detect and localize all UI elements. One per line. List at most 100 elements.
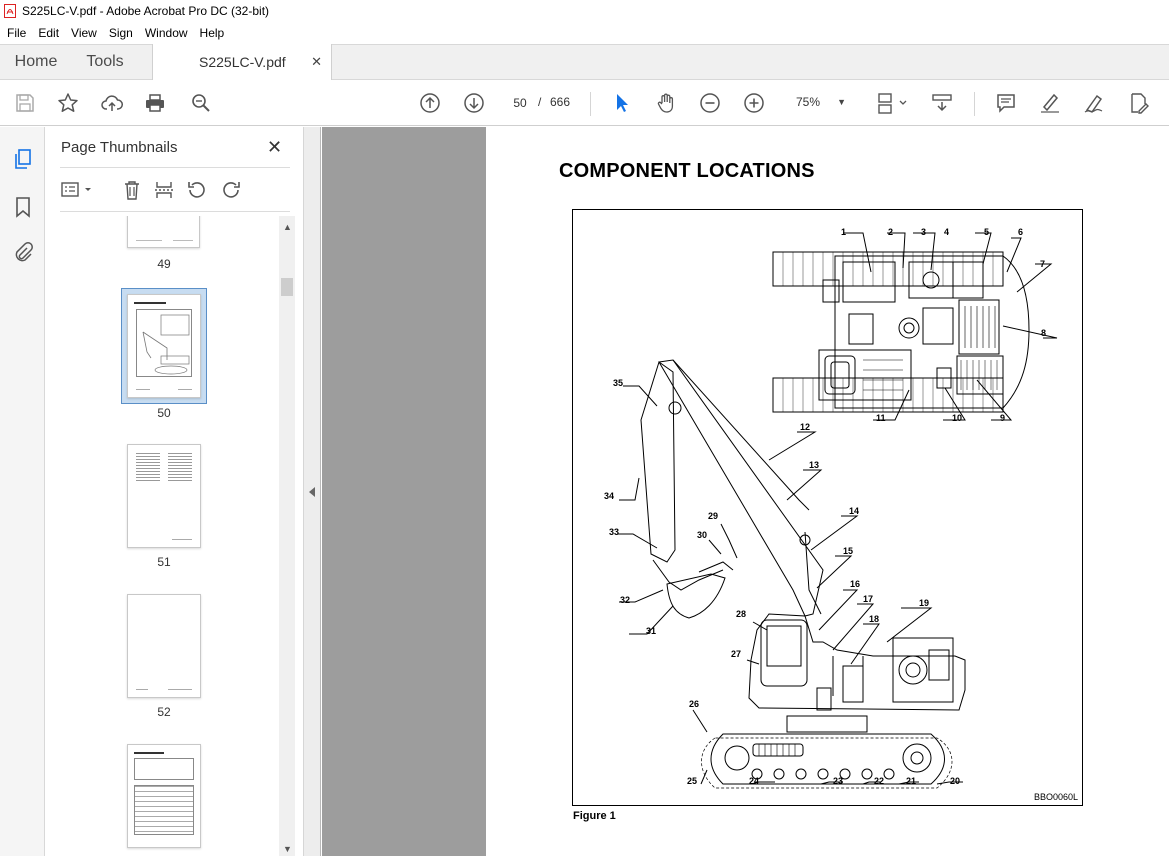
- left-navigation-rail: [0, 127, 45, 856]
- callout-label: 19: [919, 598, 930, 608]
- bookmark-star-icon[interactable]: [55, 90, 81, 116]
- toolbar-divider: [974, 92, 975, 116]
- callout-label: 4: [944, 227, 950, 237]
- callout-label: 6: [1018, 227, 1024, 237]
- callout-label: 11: [876, 413, 886, 423]
- page-separator: /: [538, 95, 542, 109]
- tab-home[interactable]: Home: [0, 45, 72, 79]
- callout-label: 27: [731, 649, 742, 659]
- edit-document-icon[interactable]: [1125, 90, 1151, 116]
- page-thumbnail-selected[interactable]: [127, 294, 201, 398]
- callout-label: 34: [604, 491, 615, 501]
- callout-label: 8: [1041, 328, 1047, 338]
- callout-label: 9: [1000, 413, 1006, 423]
- delete-page-icon[interactable]: [120, 179, 144, 201]
- callout-label: 20: [950, 776, 961, 786]
- zoom-out-icon[interactable]: [697, 90, 723, 116]
- zoom-search-icon[interactable]: [188, 90, 214, 116]
- page-thumbnails-icon[interactable]: [11, 147, 35, 171]
- menu-window[interactable]: Window: [139, 26, 194, 40]
- figure-frame: 1 2 3 4 5 6 7 8 9 10 11 12 13 14 15 16 1…: [572, 209, 1083, 806]
- page-thumbnail[interactable]: [127, 744, 201, 848]
- page-thumbnails-panel: Page Thumbnails ✕ 49 50 51 52 ▲ ▼: [45, 127, 303, 856]
- tab-bar: Home Tools S225LC-V.pdf ✕: [0, 44, 1169, 80]
- figure-caption: Figure 1: [573, 810, 616, 822]
- callout-label: 31: [646, 626, 657, 636]
- page-display-icon[interactable]: [874, 90, 910, 116]
- menu-view[interactable]: View: [65, 26, 103, 40]
- scroll-mode-icon[interactable]: [929, 90, 955, 116]
- highlight-pen-icon[interactable]: [1037, 90, 1063, 116]
- scroll-up-icon[interactable]: ▲: [283, 222, 292, 232]
- menu-bar: File Edit View Sign Window Help: [0, 22, 1169, 44]
- thumbnail-options-icon[interactable]: [59, 179, 95, 201]
- callout-label: 21: [906, 776, 917, 786]
- callout-label: 15: [843, 546, 854, 556]
- callout-label: 1: [841, 227, 847, 237]
- thumbnail-page-number: 52: [157, 705, 171, 719]
- tab-tools[interactable]: Tools: [72, 45, 138, 79]
- hand-tool-icon[interactable]: [653, 90, 679, 116]
- panel-splitter[interactable]: [303, 127, 321, 856]
- title-bar: S225LC-V.pdf - Adobe Acrobat Pro DC (32-…: [0, 0, 1169, 22]
- panel-title: Page Thumbnails: [61, 139, 178, 156]
- callout-label: 24: [749, 776, 760, 786]
- page-thumbnail[interactable]: [127, 216, 200, 248]
- callout-label: 23: [833, 776, 844, 786]
- callout-label: 3: [921, 227, 927, 237]
- window-title: S225LC-V.pdf - Adobe Acrobat Pro DC (32-…: [22, 4, 270, 18]
- menu-edit[interactable]: Edit: [32, 26, 65, 40]
- rotate-right-icon[interactable]: [219, 179, 243, 201]
- page-thumbnail[interactable]: [127, 594, 201, 698]
- callout-label: 18: [869, 614, 880, 624]
- page-number-input[interactable]: 50: [506, 90, 534, 114]
- callout-label: 5: [984, 227, 990, 237]
- callout-label: 7: [1040, 259, 1046, 269]
- callout-label: 10: [952, 413, 963, 423]
- comment-icon[interactable]: [993, 90, 1019, 116]
- menu-sign[interactable]: Sign: [103, 26, 139, 40]
- menu-help[interactable]: Help: [194, 26, 231, 40]
- tab-document[interactable]: S225LC-V.pdf ✕: [152, 44, 332, 80]
- upload-cloud-icon[interactable]: [99, 90, 125, 116]
- callout-label: 17: [863, 594, 874, 604]
- zoom-level-select[interactable]: 75% ▼: [782, 90, 854, 114]
- total-pages: 666: [550, 95, 571, 109]
- next-page-icon[interactable]: [461, 90, 487, 116]
- bookmarks-icon[interactable]: [11, 195, 35, 219]
- callout-label: 14: [849, 506, 860, 516]
- callout-label: 13: [809, 460, 820, 470]
- previous-page-icon[interactable]: [417, 90, 443, 116]
- callout-label: 12: [800, 422, 811, 432]
- zoom-in-icon[interactable]: [741, 90, 767, 116]
- callout-label: 2: [888, 227, 894, 237]
- toolbar-divider: [590, 92, 591, 116]
- scroll-down-icon[interactable]: ▼: [283, 844, 292, 854]
- scrollbar-thumb[interactable]: [281, 278, 293, 296]
- collapse-panel-icon[interactable]: [309, 487, 315, 497]
- chevron-down-icon: ▼: [837, 97, 846, 107]
- sign-pen-icon[interactable]: [1081, 90, 1107, 116]
- callout-label: 26: [689, 699, 700, 709]
- divider: [60, 167, 290, 168]
- document-viewport[interactable]: COMPONENT LOCATIONS 1 2 3 4 5 6 7 8 9 10…: [322, 127, 1169, 856]
- tab-close-icon[interactable]: ✕: [311, 54, 322, 70]
- tab-document-label: S225LC-V.pdf: [199, 54, 286, 70]
- select-cursor-icon[interactable]: [609, 90, 635, 116]
- callout-label: 33: [609, 527, 620, 537]
- panel-close-icon[interactable]: ✕: [267, 137, 282, 158]
- callout-label: 16: [850, 579, 861, 589]
- divider: [60, 211, 290, 212]
- callout-label: 35: [613, 378, 624, 388]
- insert-page-icon[interactable]: [152, 179, 176, 201]
- rotate-left-icon[interactable]: [185, 179, 209, 201]
- print-icon[interactable]: [142, 90, 168, 116]
- callout-label: 25: [687, 776, 698, 786]
- menu-file[interactable]: File: [0, 26, 32, 40]
- excavator-diagram: [617, 232, 1058, 789]
- save-icon[interactable]: [12, 90, 38, 116]
- attachments-icon[interactable]: [11, 240, 35, 264]
- thumbnail-scrollbar[interactable]: ▲ ▼: [279, 216, 295, 856]
- acrobat-file-icon: [4, 4, 16, 18]
- page-thumbnail[interactable]: [127, 444, 201, 548]
